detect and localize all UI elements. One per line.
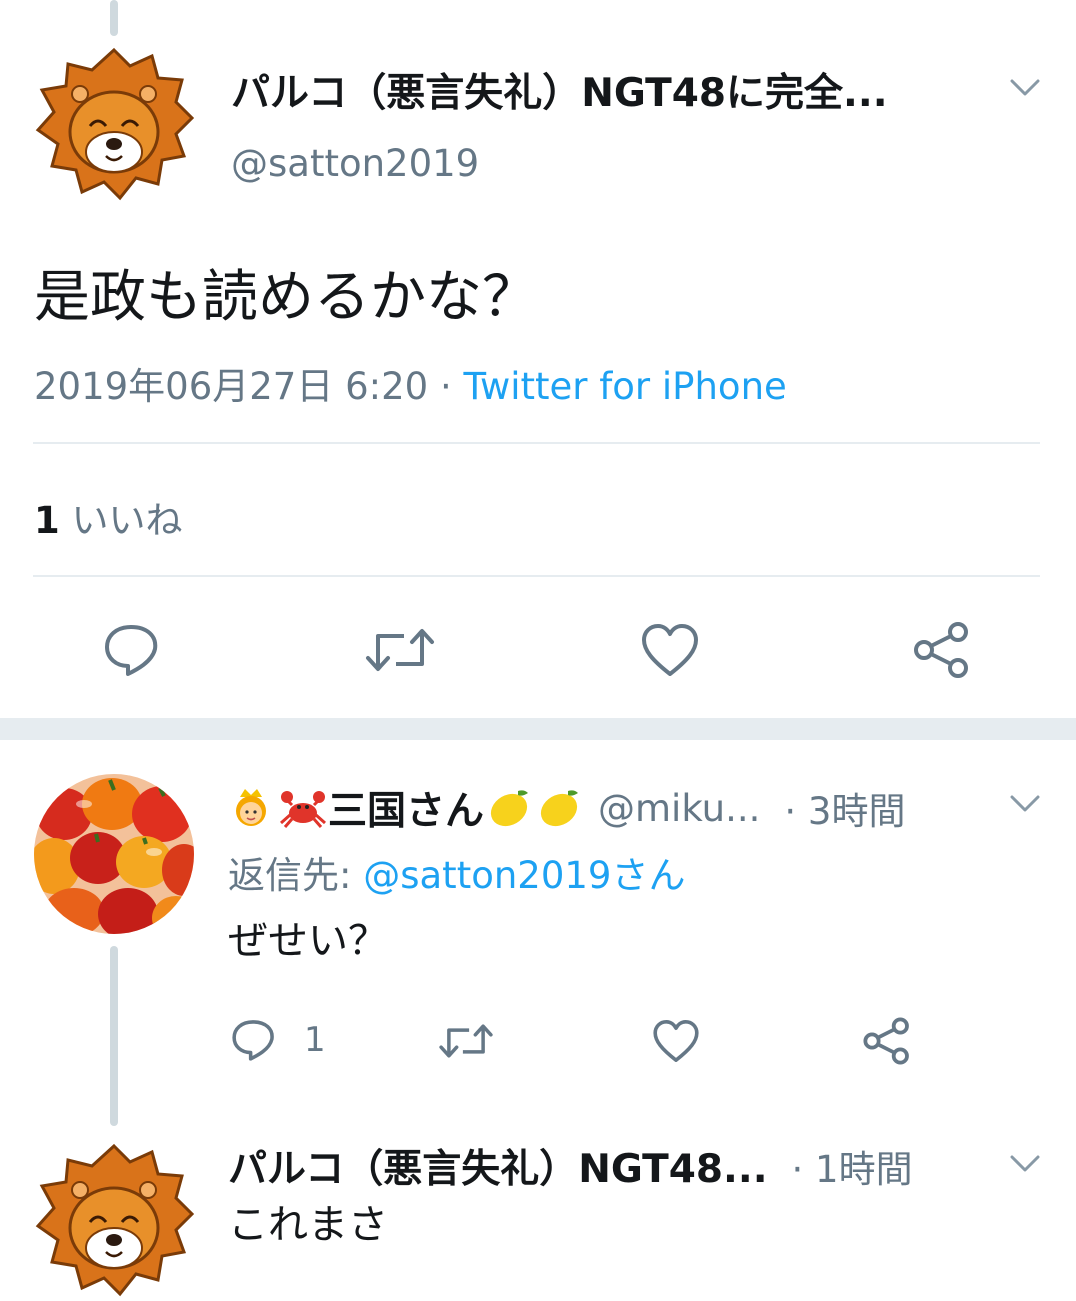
thread-line-connector (110, 946, 118, 1126)
bell-peppers-avatar-icon (34, 774, 194, 934)
main-tweet-source[interactable]: Twitter for iPhone (463, 365, 786, 408)
reply-1-retweet-button[interactable] (438, 1020, 494, 1062)
chevron-down-icon[interactable] (1008, 1152, 1042, 1176)
reply-1-header: 三国さん @miku... · 3時間 (228, 780, 905, 836)
reply-1-share-button[interactable] (862, 1016, 912, 1066)
divider (33, 575, 1040, 577)
reply-1-text: ぜせい？ (228, 918, 388, 964)
heart-icon (653, 1020, 699, 1062)
retweet-button[interactable] (364, 624, 436, 676)
reply-1-handle[interactable]: @miku... (598, 787, 760, 830)
replying-to-label: 返信先: (228, 854, 364, 897)
reply-1-avatar[interactable] (34, 774, 194, 934)
main-tweet-text: 是政も読めるかな？ (34, 265, 538, 330)
reply-icon (105, 625, 158, 676)
heart-icon (642, 624, 698, 676)
main-tweet-display-name[interactable]: パルコ（悪言失礼）NGT48に完全... (231, 62, 888, 118)
reply-2-display-name[interactable]: パルコ（悪言失礼）NGT48... (228, 1138, 768, 1194)
princess-emoji-icon (236, 789, 266, 826)
main-tweet-avatar[interactable] (34, 44, 194, 204)
thread-line-top (110, 0, 118, 36)
lion-avatar-icon (35, 1143, 194, 1297)
reply-1-reply-button[interactable]: 1 (230, 1018, 326, 1062)
replying-to-handle[interactable]: @satton2019さん (363, 854, 685, 897)
like-button[interactable] (640, 622, 700, 678)
reply-button[interactable] (102, 622, 160, 678)
reply-2-text: これまさ (228, 1202, 388, 1248)
likes-label: いいね (71, 499, 183, 542)
lemon-emoji-icon (490, 790, 529, 827)
reply-1-like-button[interactable] (652, 1018, 700, 1064)
share-button[interactable] (912, 620, 972, 680)
main-tweet-meta: 2019年06月27日 6:20 · Twitter for iPhone (34, 356, 787, 410)
reply-1-display-name[interactable]: 三国さん (328, 780, 484, 836)
chevron-down-icon[interactable] (1008, 792, 1042, 816)
likes-summary[interactable]: 1 いいね (34, 490, 183, 544)
crab-emoji-icon (280, 791, 326, 828)
lemon-emoji-icon (540, 790, 579, 827)
lion-avatar-icon (35, 47, 194, 201)
main-tweet-date[interactable]: 2019年06月27日 6:20 (34, 365, 428, 408)
likes-count: 1 (34, 499, 60, 542)
share-icon (863, 1017, 909, 1065)
reply-1-reply-count: 1 (304, 1020, 326, 1060)
reply-1-time[interactable]: · 3時間 (784, 781, 905, 835)
divider (33, 442, 1040, 444)
reply-2-time[interactable]: · 1時間 (792, 1139, 913, 1193)
retweet-icon (439, 1024, 493, 1058)
share-icon (914, 622, 968, 678)
meta-separator: · (439, 365, 452, 408)
chevron-down-icon[interactable] (1008, 76, 1042, 100)
retweet-icon (366, 629, 434, 671)
main-tweet-handle[interactable]: @satton2019 (231, 142, 479, 185)
reply-icon (232, 1020, 274, 1061)
reply-2-header: パルコ（悪言失礼）NGT48... · 1時間 (228, 1138, 913, 1194)
section-separator (0, 718, 1076, 740)
reply-2-avatar[interactable] (34, 1140, 194, 1300)
reply-1-replying-to: 返信先: @satton2019さん (228, 845, 685, 899)
